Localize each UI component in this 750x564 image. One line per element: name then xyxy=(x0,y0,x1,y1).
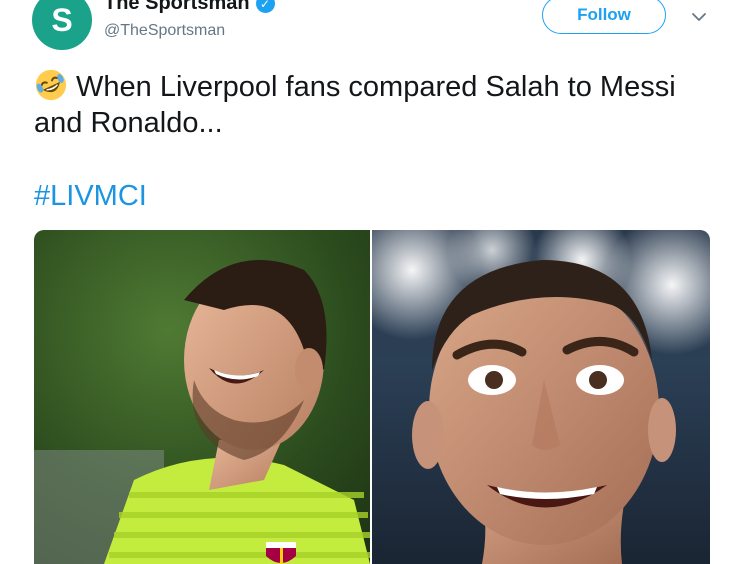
follow-button[interactable]: Follow xyxy=(542,0,666,34)
author-handle[interactable]: @TheSportsman xyxy=(104,22,225,40)
photo-ronaldo-face[interactable] xyxy=(372,230,710,564)
laughing-emoji-icon xyxy=(35,69,67,101)
tweet-media[interactable] xyxy=(34,230,710,564)
display-name[interactable]: The Sportsman xyxy=(104,0,250,15)
avatar-letter: S xyxy=(51,1,73,38)
tweet-text: When Liverpool fans compared Salah to Me… xyxy=(34,68,724,141)
verified-badge-icon: ✓ xyxy=(255,0,275,13)
hashtag-link[interactable]: #LIVMCI xyxy=(34,180,147,213)
photo-messi-laughing[interactable] xyxy=(34,230,370,564)
author-name-row: The Sportsman ✓ xyxy=(104,0,275,15)
avatar[interactable]: S xyxy=(32,0,92,50)
chevron-down-icon[interactable] xyxy=(690,8,708,26)
tweet-text-content: When Liverpool fans compared Salah to Me… xyxy=(34,71,676,139)
